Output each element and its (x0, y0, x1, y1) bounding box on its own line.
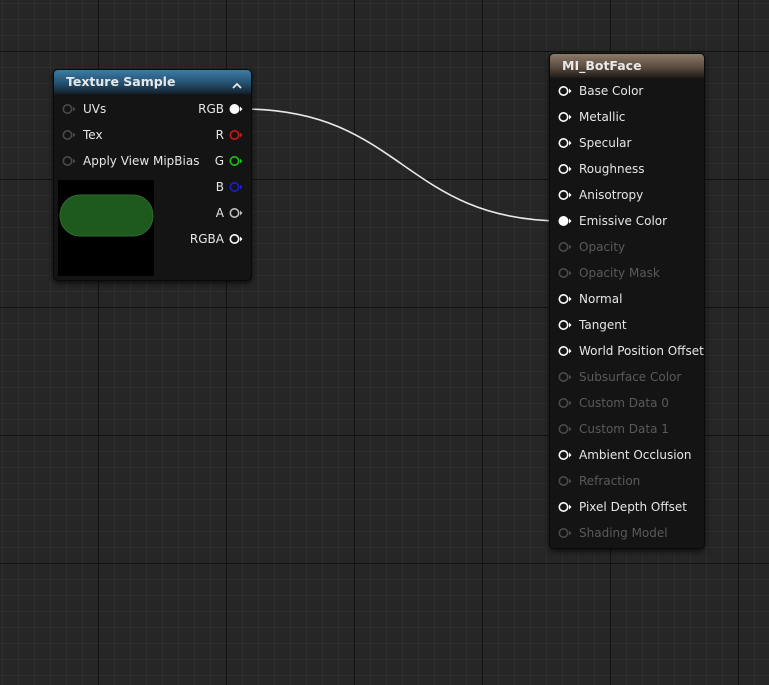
pin-icon[interactable] (558, 85, 572, 97)
input-pin-world-position-offset[interactable]: World Position Offset (558, 342, 704, 360)
input-pin-refraction: Refraction (558, 472, 640, 490)
input-pin-opacity: Opacity (558, 238, 625, 256)
pin-label: Refraction (579, 474, 641, 488)
input-pin-normal[interactable]: Normal (558, 290, 622, 308)
pin-label: Tangent (579, 318, 627, 332)
input-pin-base-color[interactable]: Base Color (558, 82, 643, 100)
pin-icon[interactable] (558, 449, 572, 461)
texture-preview (58, 180, 154, 276)
pin-label: A (215, 206, 224, 220)
chevron-up-icon[interactable] (231, 76, 243, 89)
input-pin-anisotropy[interactable]: Anisotropy (558, 186, 643, 204)
input-pin-metallic[interactable]: Metallic (558, 108, 625, 126)
pin-label: Subsurface Color (579, 370, 682, 384)
pin-label: R (215, 128, 224, 142)
input-pin-custom-data-1: Custom Data 1 (558, 420, 669, 438)
output-pin-g[interactable]: G (215, 152, 243, 170)
pin-icon[interactable] (229, 233, 243, 245)
input-pin-opacity-mask: Opacity Mask (558, 264, 660, 282)
pin-label: Custom Data 1 (579, 422, 669, 436)
pin-icon[interactable] (62, 155, 76, 167)
pin-icon[interactable] (558, 319, 572, 331)
pin-label: Pixel Depth Offset (579, 500, 687, 514)
pin-label: Base Color (579, 84, 644, 98)
pin-label: B (215, 180, 224, 194)
input-pin-custom-data-0: Custom Data 0 (558, 394, 669, 412)
pin-icon (558, 267, 572, 279)
input-pin-specular[interactable]: Specular (558, 134, 631, 152)
input-pin-tex[interactable]: Tex (62, 126, 103, 144)
node-title: Texture Sample (66, 74, 176, 89)
pin-label: Opacity Mask (579, 266, 660, 280)
input-pin-ambient-occlusion[interactable]: Ambient Occlusion (558, 446, 691, 464)
input-pin-pixel-depth-offset[interactable]: Pixel Depth Offset (558, 498, 687, 516)
pin-icon[interactable] (558, 345, 572, 357)
material-node-header[interactable]: MI_BotFace (550, 54, 704, 78)
pin-icon[interactable] (558, 293, 572, 305)
pin-icon[interactable] (558, 111, 572, 123)
input-pin-tangent[interactable]: Tangent (558, 316, 627, 334)
input-pin-roughness[interactable]: Roughness (558, 160, 644, 178)
pin-label: Emissive Color (579, 214, 668, 228)
pin-icon[interactable] (62, 129, 76, 141)
pin-label: Tex (83, 128, 103, 142)
pin-label: Apply View MipBias (83, 154, 200, 168)
output-pin-b[interactable]: B (216, 178, 243, 196)
output-pin-rgba[interactable]: RGBA (190, 230, 243, 248)
input-pin-subsurface-color: Subsurface Color (558, 368, 681, 386)
input-pin-apply-view-mipbias[interactable]: Apply View MipBias (62, 152, 199, 170)
pin-icon[interactable] (558, 189, 572, 201)
input-pin-emissive-color[interactable]: Emissive Color (558, 212, 667, 230)
pin-icon (558, 423, 572, 435)
pin-label: Roughness (579, 162, 645, 176)
pin-label: Custom Data 0 (579, 396, 669, 410)
pin-label: Normal (579, 292, 623, 306)
output-pin-rgb[interactable]: RGB (198, 100, 243, 118)
texture-sample-node[interactable]: Texture Sample UVs Tex Apply View MipBias … (53, 69, 252, 281)
pin-label: Opacity (579, 240, 626, 254)
pin-icon[interactable] (229, 181, 243, 193)
input-pin-uvs[interactable]: UVs (62, 100, 106, 118)
pin-label: RGB (198, 102, 224, 116)
pin-label: UVs (83, 102, 107, 116)
pin-label: G (214, 154, 224, 168)
pin-icon (558, 475, 572, 487)
texture-sample-header[interactable]: Texture Sample (54, 70, 251, 94)
pin-label: Ambient Occlusion (579, 448, 692, 462)
pin-icon[interactable] (229, 155, 243, 167)
pin-icon (558, 397, 572, 409)
pin-label: Shading Model (579, 526, 668, 540)
pin-icon[interactable] (558, 163, 572, 175)
pin-icon[interactable] (558, 137, 572, 149)
input-pin-shading-model: Shading Model (558, 524, 668, 542)
pin-icon (558, 527, 572, 539)
material-result-node[interactable]: MI_BotFace Base Color Metallic Specular Rou… (549, 53, 705, 549)
pin-icon[interactable] (558, 215, 572, 227)
pin-icon (558, 371, 572, 383)
node-title: MI_BotFace (562, 58, 642, 73)
pin-label: Specular (579, 136, 632, 150)
pin-label: Metallic (579, 110, 626, 124)
pin-icon[interactable] (62, 103, 76, 115)
pin-label: Anisotropy (579, 188, 644, 202)
pin-icon[interactable] (229, 103, 243, 115)
pin-label: RGBA (189, 232, 224, 246)
pin-label: World Position Offset (579, 344, 704, 358)
pin-icon[interactable] (229, 129, 243, 141)
output-pin-r[interactable]: R (216, 126, 243, 144)
pin-icon (558, 241, 572, 253)
pin-icon[interactable] (229, 207, 243, 219)
output-pin-a[interactable]: A (216, 204, 243, 222)
pin-icon[interactable] (558, 501, 572, 513)
